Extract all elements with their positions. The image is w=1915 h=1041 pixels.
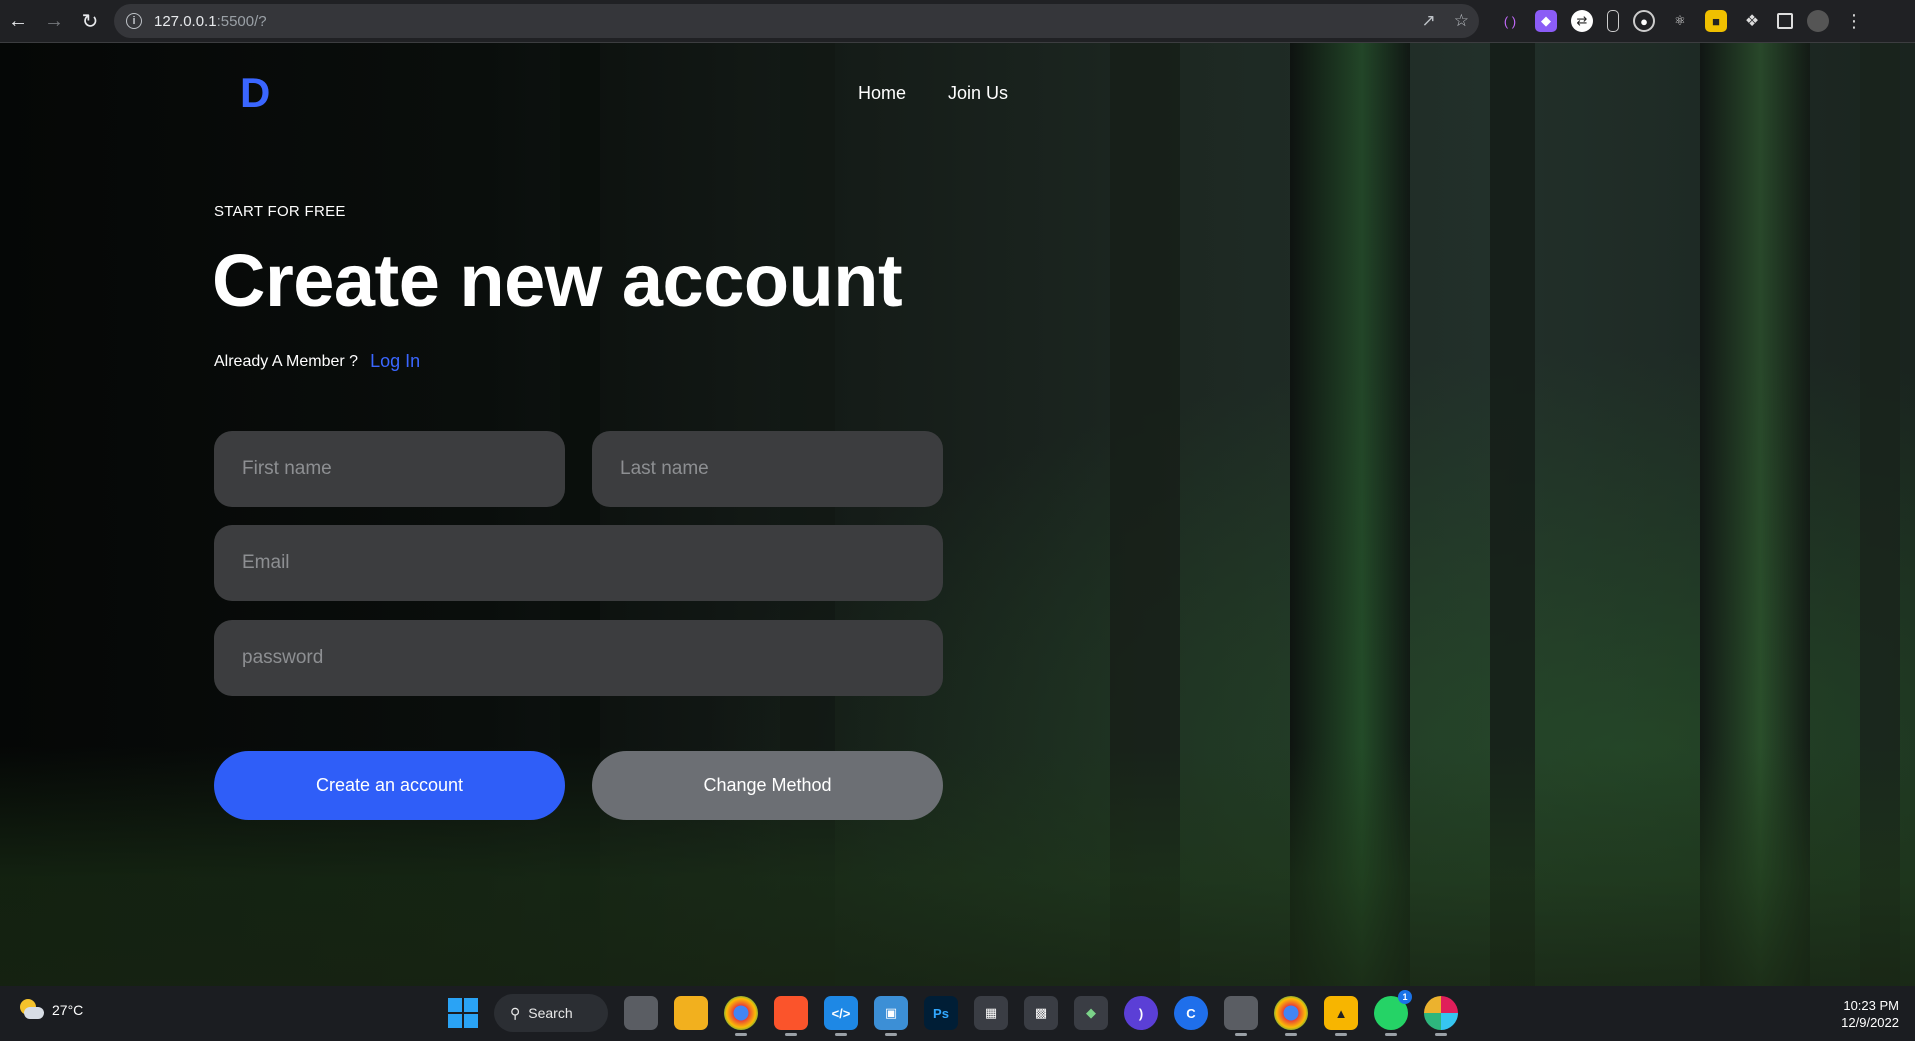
email-input[interactable] <box>214 525 943 601</box>
extension-phone-icon[interactable] <box>1607 10 1619 32</box>
extension-purple-icon[interactable]: ◆ <box>1535 10 1557 32</box>
cortana-app-icon[interactable]: C <box>1174 996 1208 1030</box>
nav-join-us-link[interactable]: Join Us <box>948 83 1008 104</box>
weather-icon <box>18 999 44 1021</box>
warning-app-icon[interactable]: ▲ <box>1324 996 1358 1036</box>
slack-icon[interactable] <box>1424 996 1458 1036</box>
extensions-puzzle-icon[interactable]: ❖ <box>1741 10 1763 32</box>
whatsapp-icon[interactable]: 1 <box>1374 990 1412 1036</box>
clock-date: 12/9/2022 <box>1841 1015 1899 1030</box>
extension-yellow-icon[interactable]: ■ <box>1705 10 1727 32</box>
extension-target-icon[interactable]: ● <box>1633 10 1655 32</box>
share-icon[interactable]: ↗ <box>1422 11 1436 31</box>
windows-start-icon[interactable] <box>448 998 478 1028</box>
forest-background: D Home Join Us START FOR FREE Create new… <box>0 43 1915 986</box>
whatsapp-badge: 1 <box>1398 990 1412 1004</box>
weather-widget[interactable]: 27°C <box>18 999 83 1021</box>
browser-toolbar: ← → ↻ i 127.0.0.1:5500/? ↗ ☆ ( ) ◆ ⇄ ● ⚛… <box>0 0 1915 43</box>
first-name-input[interactable] <box>214 431 565 507</box>
member-text: Already A Member ? <box>214 352 359 370</box>
address-bar[interactable]: i 127.0.0.1:5500/? ↗ ☆ <box>114 4 1479 38</box>
system-clock[interactable]: 10:23 PM 12/9/2022 <box>1841 997 1899 1031</box>
tor-icon[interactable]: ) <box>1124 996 1158 1030</box>
kebab-menu-icon[interactable]: ⋮ <box>1843 10 1865 32</box>
site-logo[interactable]: D <box>240 69 270 117</box>
page-title: Create new account <box>212 239 903 322</box>
side-panel-icon[interactable] <box>1777 13 1793 29</box>
extensions-row: ( ) ◆ ⇄ ● ⚛ ■ ❖ ⋮ <box>1499 10 1865 32</box>
profile-avatar[interactable] <box>1807 10 1829 32</box>
back-arrow-icon[interactable]: ← <box>0 3 36 39</box>
nav-home-link[interactable]: Home <box>858 83 906 104</box>
extension-bracket-icon[interactable]: ( ) <box>1499 10 1521 32</box>
taskbar-apps: ⚲ Search </> ▣ Ps ▦ ▩ ◆ ) C ▲ 1 <box>448 990 1458 1036</box>
forward-arrow-icon[interactable]: → <box>36 3 72 39</box>
reload-icon[interactable]: ↻ <box>72 3 108 39</box>
taskbar-search[interactable]: ⚲ Search <box>494 994 608 1032</box>
brave-icon[interactable] <box>774 996 808 1036</box>
change-method-button[interactable]: Change Method <box>592 751 943 820</box>
search-icon: ⚲ <box>510 1004 521 1021</box>
search-label: Search <box>528 1005 573 1021</box>
git-app-icon[interactable]: ◆ <box>1074 996 1108 1030</box>
top-nav: Home Join Us <box>858 83 1008 104</box>
password-input[interactable] <box>214 620 943 696</box>
member-prompt: Already A Member ? Log In <box>214 351 420 372</box>
eyebrow-text: START FOR FREE <box>214 203 346 220</box>
url-host: 127.0.0.1 <box>154 12 217 30</box>
clock-time: 10:23 PM <box>1843 998 1899 1013</box>
extension-react-icon[interactable]: ⚛ <box>1669 10 1691 32</box>
task-view-icon[interactable] <box>624 996 658 1030</box>
cube-app-icon[interactable]: ▦ <box>974 996 1008 1030</box>
vscode-icon[interactable]: </> <box>824 996 858 1036</box>
windows-taskbar: 27°C ⚲ Search </> ▣ Ps ▦ ▩ ◆ ) C ▲ 1 10:… <box>0 986 1915 1041</box>
url-path: :5500/? <box>216 12 267 30</box>
snipping-tool-icon[interactable] <box>1224 996 1258 1036</box>
app-square-icon[interactable]: ▣ <box>874 996 908 1036</box>
store-app-icon[interactable]: ▩ <box>1024 996 1058 1030</box>
login-link[interactable]: Log In <box>370 351 420 372</box>
site-info-icon[interactable]: i <box>126 13 142 29</box>
create-account-button[interactable]: Create an account <box>214 751 565 820</box>
bookmark-star-icon[interactable]: ☆ <box>1454 11 1469 31</box>
weather-temp: 27°C <box>52 1002 84 1018</box>
chrome-icon[interactable] <box>1274 996 1308 1036</box>
file-explorer-icon[interactable] <box>674 996 708 1030</box>
photoshop-icon[interactable]: Ps <box>924 996 958 1030</box>
last-name-input[interactable] <box>592 431 943 507</box>
extension-sync-icon[interactable]: ⇄ <box>1571 10 1593 32</box>
chrome-icon[interactable] <box>724 996 758 1036</box>
